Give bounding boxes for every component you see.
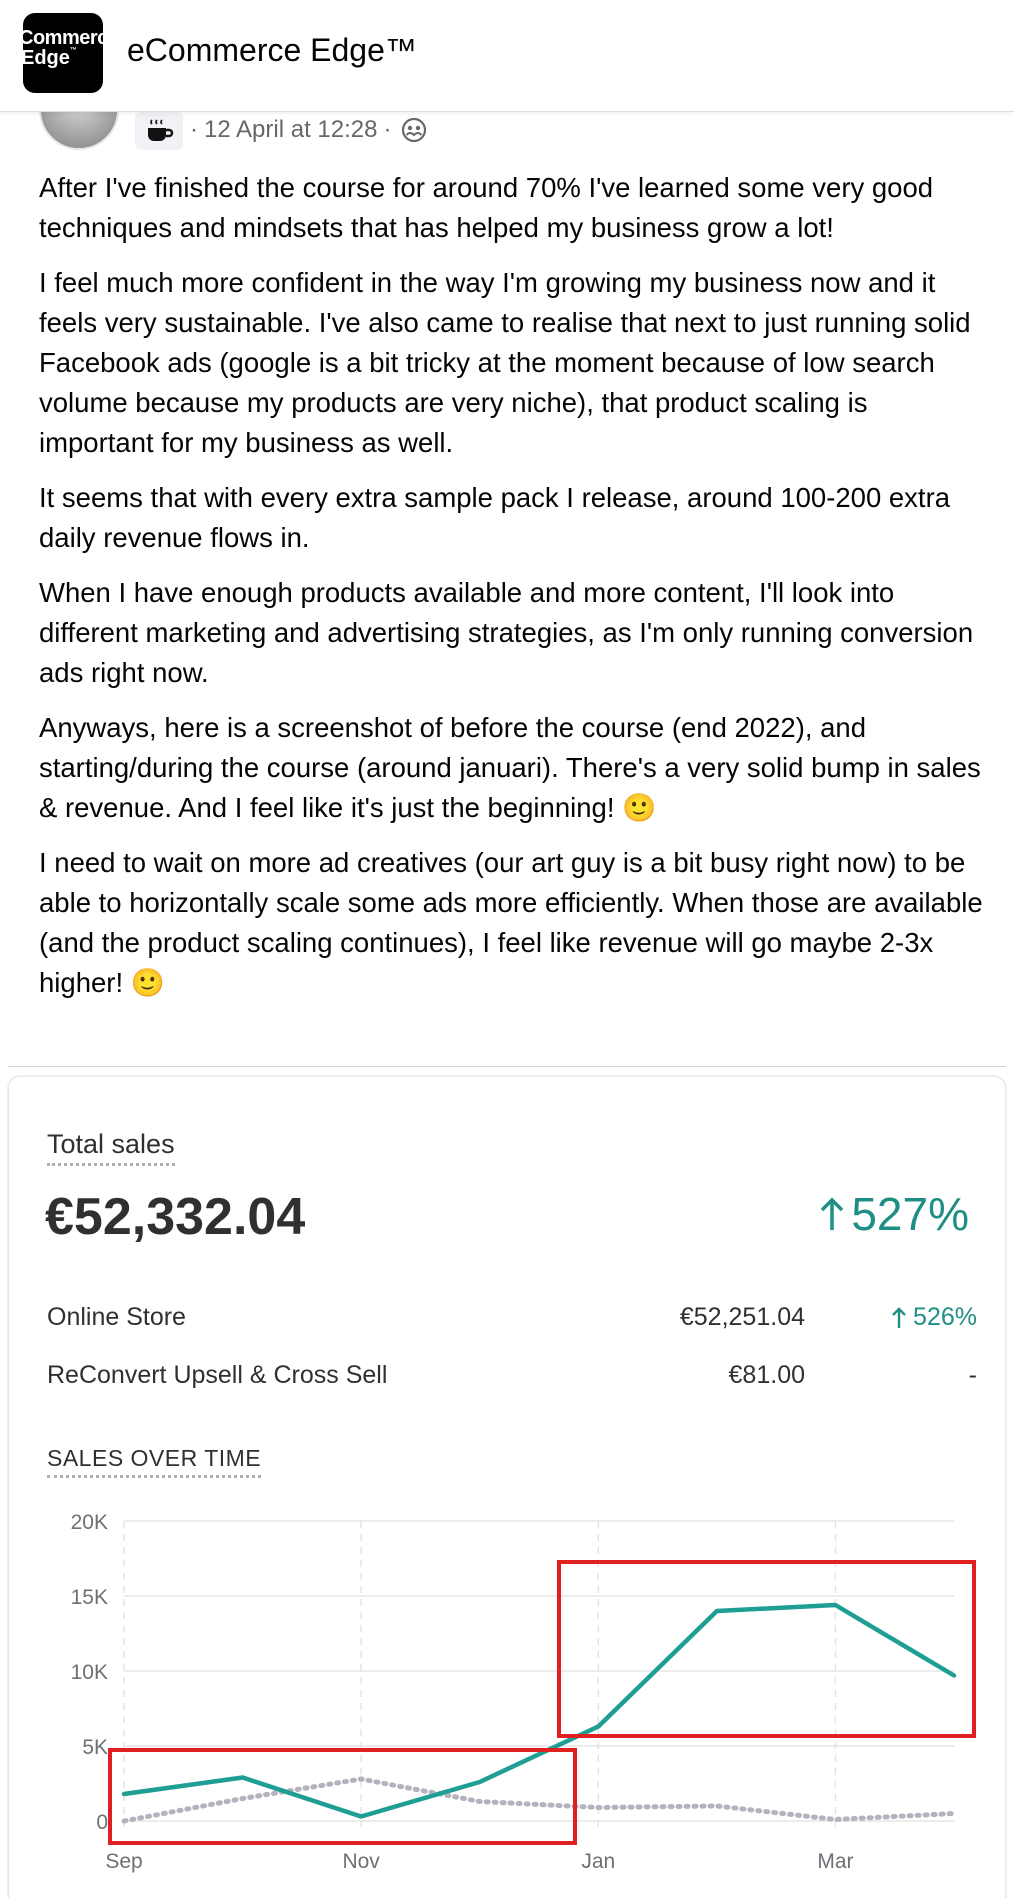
post-paragraph-6: I need to wait on more ad creatives (our… xyxy=(39,847,983,998)
x-tick-label: Nov xyxy=(342,1850,380,1873)
post-paragraph-1: After I've finished the course for aroun… xyxy=(39,172,934,243)
chart-grid xyxy=(123,1520,954,1831)
x-tick-label: Mar xyxy=(817,1850,853,1873)
post-body: After I've finished the course for aroun… xyxy=(39,168,989,1018)
series-line-comparison xyxy=(121,1776,957,1824)
post-paragraph-3: It seems that with every extra sample pa… xyxy=(39,482,951,553)
meta-separator-2: · xyxy=(383,116,392,143)
highlight-box-before xyxy=(108,1748,577,1845)
x-tick-label: Jan xyxy=(581,1850,615,1873)
y-axis-labels: 0 5K 10K 15K 20K xyxy=(71,1511,108,1834)
x-axis-labels: Sep Nov Jan Mar xyxy=(105,1850,853,1873)
post-paragraph-5: Anyways, here is a screenshot of before … xyxy=(39,712,981,823)
group-header: Commerce Edge™ eCommerce Edge™ xyxy=(0,0,1014,112)
sales-over-time-chart: 0 5K 10K 15K 20K Sep Nov Jan Mar xyxy=(71,1511,976,1873)
post-divider xyxy=(8,1066,1006,1067)
logo-line-2-text: Edge xyxy=(23,47,70,69)
y-tick-label: 10K xyxy=(71,1661,108,1684)
y-tick-label: 0 xyxy=(96,1811,108,1834)
y-tick-label: 5K xyxy=(82,1736,108,1759)
meta-separator-1: · xyxy=(190,116,198,143)
y-tick-label: 15K xyxy=(71,1586,108,1609)
post-paragraph-2: I feel much more confident in the way I'… xyxy=(39,267,971,458)
post-paragraph-4: When I have enough products available an… xyxy=(39,577,974,688)
series-line-current xyxy=(121,1602,957,1819)
group-name[interactable]: eCommerce Edge™ xyxy=(127,32,417,69)
logo-line-2: Edge™ xyxy=(23,47,77,70)
audience-group-icon[interactable] xyxy=(401,117,427,143)
post-timestamp[interactable]: 12 April at 12:28 xyxy=(204,116,377,144)
coffee-badge-icon[interactable] xyxy=(135,112,183,150)
post-meta: · 12 April at 12:28 · xyxy=(190,116,427,144)
sales-screenshot-card[interactable]: Total sales €52,332.04 527% Online Store… xyxy=(8,1076,1006,1898)
logo-tm: ™ xyxy=(69,47,77,54)
chart-series xyxy=(121,1602,957,1824)
x-tick-label: Sep xyxy=(105,1850,142,1873)
y-tick-label: 20K xyxy=(71,1511,108,1534)
group-logo[interactable]: Commerce Edge™ xyxy=(23,13,103,93)
